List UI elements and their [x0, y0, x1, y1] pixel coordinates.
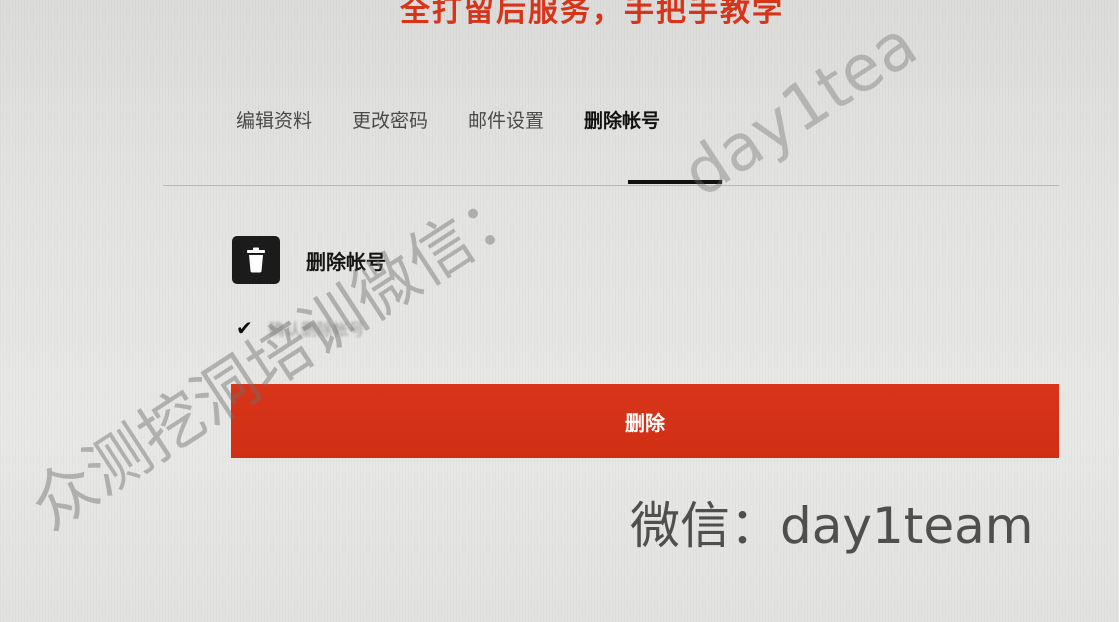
tab-change-password[interactable]: 更改密码	[352, 106, 428, 133]
tab-edit-profile[interactable]: 编辑资料	[236, 106, 312, 133]
watermark-text-left: 众测挖洞培训微信：	[18, 168, 542, 545]
section-title: 删除帐号	[306, 249, 386, 274]
account-settings-tabs: 编辑资料 更改密码 邮件设置 删除帐号	[236, 106, 700, 133]
tab-email-settings[interactable]: 邮件设置	[468, 106, 544, 133]
check-icon[interactable]: ✔	[236, 316, 253, 340]
active-tab-indicator	[628, 180, 722, 184]
trash-icon	[232, 236, 280, 284]
tab-delete-account[interactable]: 删除帐号	[584, 106, 660, 133]
confirm-delete-row[interactable]: ✔ 确认删除帐号	[236, 316, 365, 340]
tabs-divider	[163, 185, 1059, 186]
wechat-contact-overlay: 微信：day1team	[630, 497, 1034, 555]
top-banner-text: 全打留后服务，手把手教学	[400, 0, 784, 29]
delete-account-section-header: 删除帐号	[232, 236, 386, 284]
confirm-delete-label: 确认删除帐号	[268, 320, 365, 339]
delete-account-button[interactable]: 删除	[231, 384, 1059, 458]
